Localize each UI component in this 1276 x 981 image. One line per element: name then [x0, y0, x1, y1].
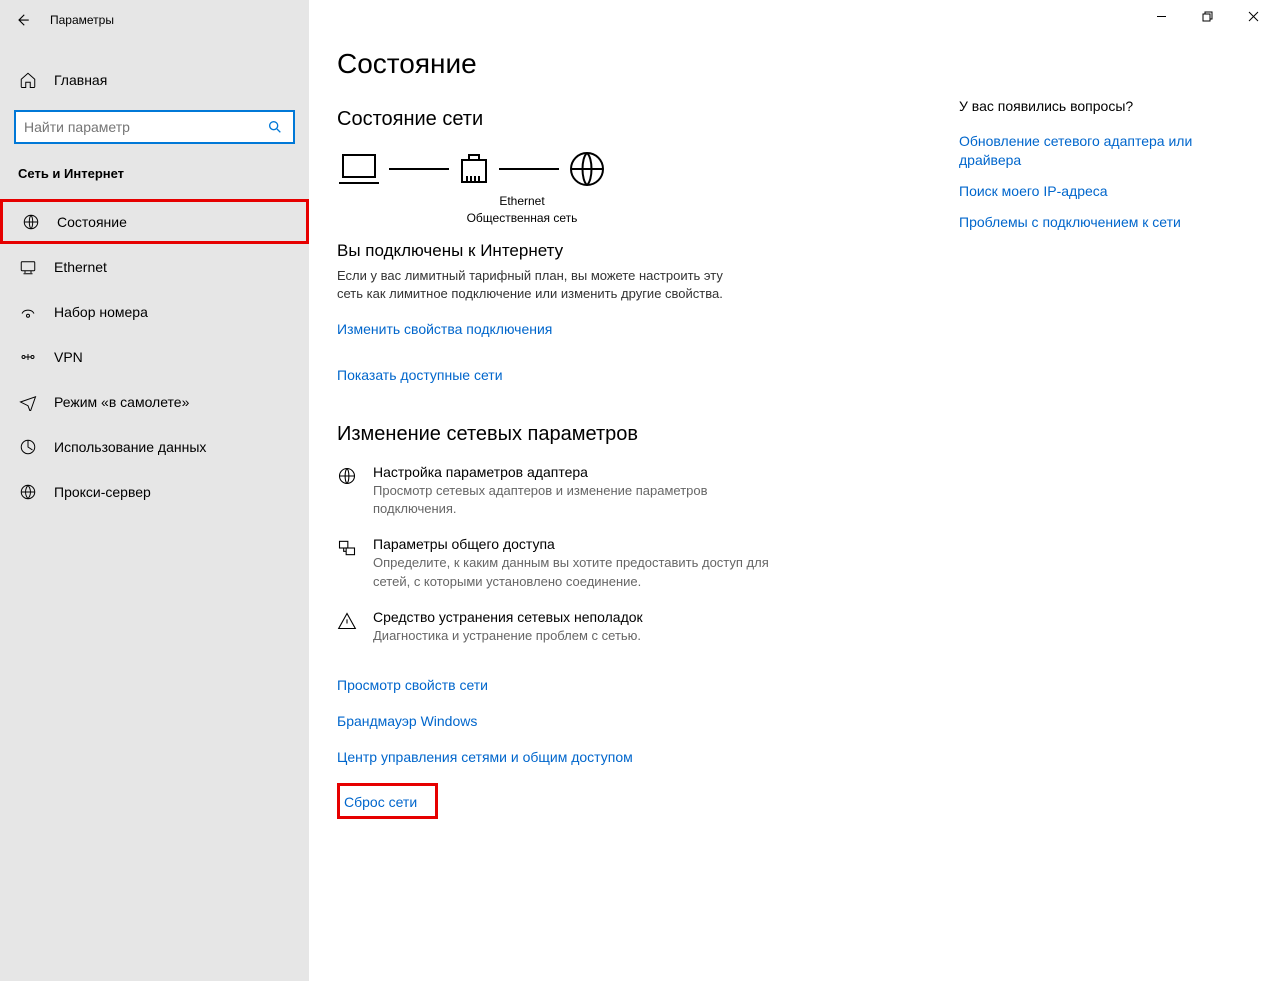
globe-grid-icon: [21, 212, 41, 232]
sharing-icon: [337, 538, 357, 558]
sidebar-item-datausage[interactable]: Использование данных: [0, 424, 309, 469]
page-title: Состояние: [337, 48, 977, 80]
diagram-iface: Ethernet: [452, 193, 592, 210]
connected-desc: Если у вас лимитный тарифный план, вы мо…: [337, 267, 737, 303]
sidebar-item-label: Прокси-сервер: [54, 484, 151, 500]
setting-title: Средство устранения сетевых неполадок: [373, 609, 977, 625]
laptop-icon: [337, 149, 381, 189]
highlight-reset: Сброс сети: [337, 783, 438, 819]
setting-desc: Просмотр сетевых адаптеров и изменение п…: [373, 482, 793, 518]
setting-title: Параметры общего доступа: [373, 536, 977, 552]
status-heading: Состояние сети: [337, 108, 977, 131]
sidebar-item-proxy[interactable]: Прокси-сервер: [0, 469, 309, 514]
sidebar-category: Сеть и Интернет: [0, 144, 309, 189]
ethernet-port-icon: [457, 149, 491, 189]
content: Состояние Состояние сети Ethernet Общест…: [337, 48, 977, 981]
search-box[interactable]: [14, 110, 295, 144]
link-show-networks[interactable]: Показать доступные сети: [337, 367, 503, 383]
sidebar: Параметры Главная Сеть и Интернет Состоя…: [0, 0, 309, 981]
sidebar-home[interactable]: Главная: [0, 60, 309, 100]
search-input[interactable]: [24, 119, 265, 135]
dialup-icon: [18, 302, 38, 322]
airplane-icon: [18, 392, 38, 412]
app-title: Параметры: [50, 13, 114, 27]
sidebar-item-label: Ethernet: [54, 259, 107, 275]
home-icon: [18, 70, 38, 90]
link-firewall[interactable]: Брандмауэр Windows: [337, 713, 477, 729]
sidebar-item-airplane[interactable]: Режим «в самолете»: [0, 379, 309, 424]
sidebar-item-label: Состояние: [57, 214, 127, 230]
setting-desc: Диагностика и устранение проблем с сетью…: [373, 627, 793, 645]
vpn-icon: [18, 347, 38, 367]
help-link-ip[interactable]: Поиск моего IP-адреса: [959, 182, 1209, 201]
network-diagram: [337, 149, 977, 189]
warning-icon: [337, 611, 357, 631]
ethernet-icon: [18, 257, 38, 277]
sidebar-home-label: Главная: [54, 72, 107, 88]
sidebar-item-label: VPN: [54, 349, 83, 365]
diagram-labels: Ethernet Общественная сеть: [452, 193, 592, 227]
maximize-button[interactable]: [1184, 0, 1230, 32]
setting-sharing[interactable]: Параметры общего доступа Определите, к к…: [337, 536, 977, 590]
globe-icon: [567, 149, 607, 189]
setting-title: Настройка параметров адаптера: [373, 464, 977, 480]
diagram-nettype: Общественная сеть: [452, 210, 592, 227]
sidebar-item-vpn[interactable]: VPN: [0, 334, 309, 379]
setting-troubleshoot[interactable]: Средство устранения сетевых неполадок Ди…: [337, 609, 977, 645]
sidebar-item-status[interactable]: Состояние: [0, 199, 309, 244]
help-link-conn[interactable]: Проблемы с подключением к сети: [959, 213, 1209, 232]
change-heading: Изменение сетевых параметров: [337, 423, 977, 446]
window-controls: [1138, 0, 1276, 32]
globe-icon: [18, 482, 38, 502]
sidebar-item-ethernet[interactable]: Ethernet: [0, 244, 309, 289]
minimize-button[interactable]: [1138, 0, 1184, 32]
connector-line: [389, 168, 449, 170]
sidebar-item-label: Набор номера: [54, 304, 148, 320]
search-icon: [265, 117, 285, 137]
link-network-reset[interactable]: Сброс сети: [344, 794, 417, 810]
setting-desc: Определите, к каким данным вы хотите пре…: [373, 554, 793, 590]
close-button[interactable]: [1230, 0, 1276, 32]
sidebar-item-dialup[interactable]: Набор номера: [0, 289, 309, 334]
help-pane: У вас появились вопросы? Обновление сете…: [959, 98, 1209, 244]
sidebar-item-label: Режим «в самолете»: [54, 394, 189, 410]
link-change-props[interactable]: Изменить свойства подключения: [337, 321, 552, 337]
setting-adapter[interactable]: Настройка параметров адаптера Просмотр с…: [337, 464, 977, 518]
more-links: Просмотр свойств сети Брандмауэр Windows…: [337, 657, 977, 819]
nav-list: Состояние Ethernet Набор номера VPN Режи…: [0, 199, 309, 514]
help-title: У вас появились вопросы?: [959, 98, 1209, 114]
titlebar: Параметры: [0, 0, 309, 40]
help-link-driver[interactable]: Обновление сетевого адаптера или драйвер…: [959, 132, 1209, 170]
globe-grid-icon: [337, 466, 357, 486]
connector-line: [499, 168, 559, 170]
link-sharing-center[interactable]: Центр управления сетями и общим доступом: [337, 749, 633, 765]
sidebar-item-label: Использование данных: [54, 439, 206, 455]
connected-title: Вы подключены к Интернету: [337, 241, 977, 261]
link-net-props[interactable]: Просмотр свойств сети: [337, 677, 488, 693]
back-icon[interactable]: [12, 10, 32, 30]
main: Состояние Состояние сети Ethernet Общест…: [309, 0, 1276, 981]
datausage-icon: [18, 437, 38, 457]
